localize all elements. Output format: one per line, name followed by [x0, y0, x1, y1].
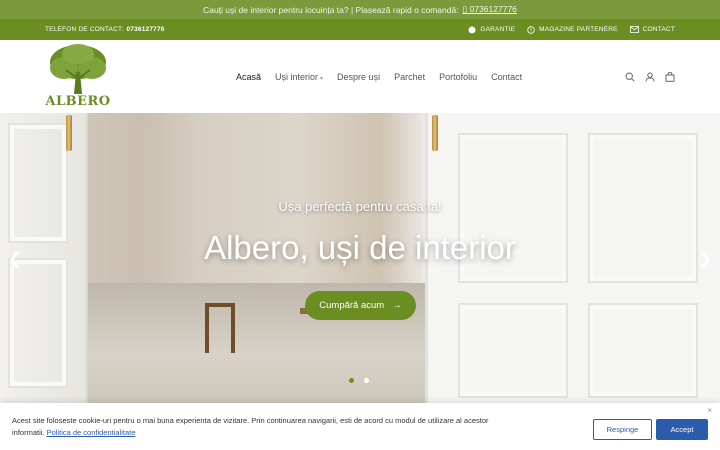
contact-phone: TELEFON DE CONTACT: 0736127776	[45, 26, 165, 33]
user-icon[interactable]	[645, 72, 655, 82]
logo-text: ALBERO	[45, 94, 111, 109]
globe-icon	[468, 26, 476, 33]
hero-title: Albero, uși de interior	[204, 229, 516, 266]
announcement-text: Cauți uși de interior pentru locuința ta…	[203, 4, 459, 15]
cart-icon[interactable]	[665, 71, 675, 82]
info-icon	[527, 25, 535, 34]
nav-item-portfolio[interactable]: Portofoliu	[439, 72, 477, 82]
phone-icon: ▯	[462, 4, 468, 14]
header-icons	[625, 40, 675, 113]
logo[interactable]: ALBERO	[45, 40, 111, 113]
announcement-phone-link[interactable]: ▯ 0736127776	[463, 4, 517, 15]
cookie-banner: Acest site foloseste cookie-uri pentru o…	[0, 403, 720, 450]
hero-content: Ușa perfectă pentru casa ta! Albero, uși…	[0, 113, 720, 403]
nav-item-home[interactable]: Acasă	[236, 72, 261, 82]
slider-dot-1[interactable]	[349, 378, 354, 383]
slider-prev-arrow[interactable]: ❮	[8, 249, 21, 269]
chevron-down-icon: ▾	[320, 75, 324, 82]
nav-item-about-doors[interactable]: Despre uși	[337, 72, 380, 82]
contact-label: CONTACT	[642, 26, 675, 33]
announcement-phone: 0736127776	[469, 4, 517, 14]
site-header: ALBERO Acasă Uși interior ▾ Despre uși Pa…	[0, 40, 720, 113]
announcement-bar: Cauți uși de interior pentru locuința ta…	[0, 0, 720, 19]
hero-subtitle: Ușa perfectă pentru casa ta!	[278, 199, 442, 214]
buy-now-button[interactable]: Cumpără acum →	[305, 291, 416, 320]
contact-phone-number[interactable]: 0736127776	[126, 26, 164, 33]
cookie-message: Acest site foloseste cookie-uri pentru o…	[12, 415, 492, 439]
top-bar: TELEFON DE CONTACT: 0736127776 GARANTIE M…	[0, 19, 720, 40]
mail-icon	[629, 26, 639, 33]
nav-item-contact[interactable]: Contact	[491, 72, 522, 82]
nav-item-parquet[interactable]: Parchet	[394, 72, 425, 82]
reject-cookies-button[interactable]: Respinge	[593, 419, 652, 440]
contact-phone-label: TELEFON DE CONTACT:	[45, 26, 124, 33]
nav-item-interior-doors[interactable]: Uși interior ▾	[275, 72, 323, 82]
guarantee-link[interactable]: GARANTIE	[468, 26, 515, 34]
partner-stores-label: MAGAZINE PARTENERE	[539, 26, 618, 33]
slider-dots	[349, 378, 369, 383]
close-icon[interactable]: ×	[707, 406, 712, 415]
main-nav: Acasă Uși interior ▾ Despre uși Parchet P…	[236, 40, 522, 113]
arrow-right-icon: →	[392, 300, 402, 311]
partner-stores-link[interactable]: MAGAZINE PARTENERE	[527, 25, 618, 34]
hero-slider: Ușa perfectă pentru casa ta! Albero, uși…	[0, 113, 720, 403]
tree-logo-icon	[50, 44, 106, 94]
guarantee-label: GARANTIE	[480, 26, 516, 33]
contact-link[interactable]: CONTACT	[629, 26, 675, 33]
buy-now-label: Cumpără acum	[319, 300, 385, 311]
nav-item-interior-doors-label: Uși interior	[275, 71, 319, 82]
accept-cookies-button[interactable]: Accept	[656, 419, 708, 440]
slider-dot-2[interactable]	[364, 378, 369, 383]
slider-next-arrow[interactable]: ❯	[699, 249, 712, 269]
privacy-policy-link[interactable]: Politica de confidentialitate	[47, 428, 136, 437]
search-icon[interactable]	[625, 71, 635, 82]
